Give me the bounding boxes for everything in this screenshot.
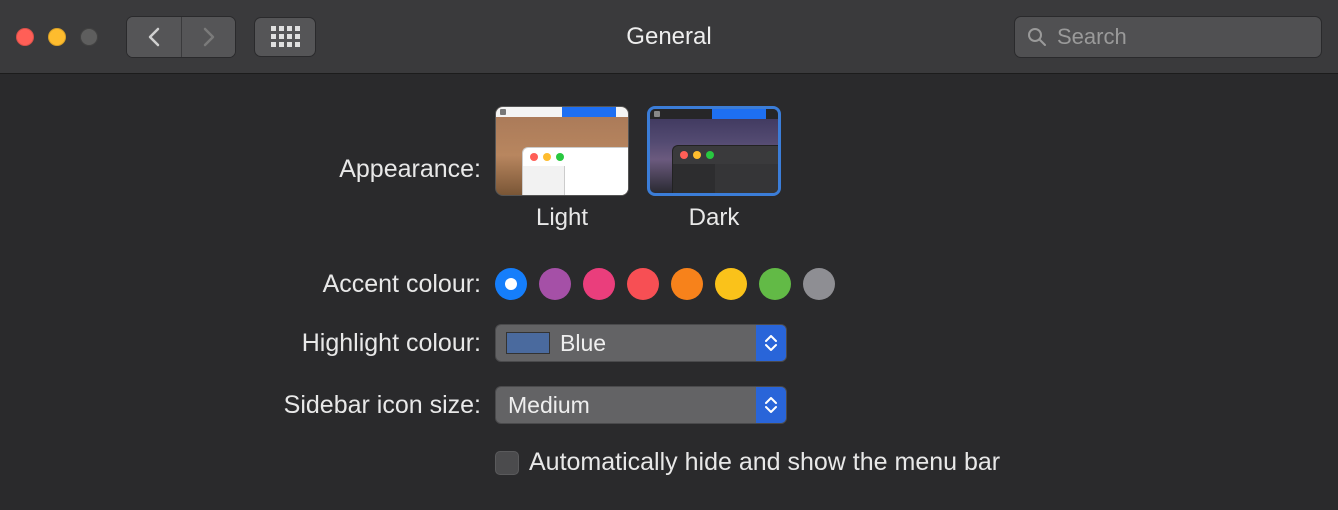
search-icon xyxy=(1027,27,1047,47)
accent-color-option[interactable] xyxy=(759,268,791,300)
dropdown-stepper-icon xyxy=(756,387,786,423)
sidebar-size-row: Sidebar icon size: Medium xyxy=(0,386,1338,424)
highlight-label: Highlight colour: xyxy=(0,329,495,358)
accent-colors xyxy=(495,268,835,300)
menubar-autohide-label: Automatically hide and show the menu bar xyxy=(529,448,1000,477)
accent-color-option[interactable] xyxy=(715,268,747,300)
accent-label: Accent colour: xyxy=(0,270,495,299)
menubar-autohide-checkbox[interactable] xyxy=(495,451,519,475)
accent-color-option[interactable] xyxy=(671,268,703,300)
close-window-button[interactable] xyxy=(16,28,34,46)
accent-color-option[interactable] xyxy=(627,268,659,300)
appearance-row: Appearance: Light Dark xyxy=(0,106,1338,232)
sidebar-size-value: Medium xyxy=(508,392,590,419)
content: Appearance: Light Dark Accent colour: H xyxy=(0,74,1338,477)
window-title: General xyxy=(626,23,711,51)
grid-icon xyxy=(271,26,300,47)
search-field[interactable] xyxy=(1014,16,1322,58)
back-button[interactable] xyxy=(127,17,181,57)
appearance-option-label: Light xyxy=(536,204,588,232)
appearance-option-dark[interactable]: Dark xyxy=(647,106,781,232)
highlight-select[interactable]: Blue xyxy=(495,324,787,362)
appearance-option-light[interactable]: Light xyxy=(495,106,629,232)
appearance-option-label: Dark xyxy=(689,204,740,232)
sidebar-size-select[interactable]: Medium xyxy=(495,386,787,424)
highlight-swatch xyxy=(506,332,550,354)
accent-color-option[interactable] xyxy=(495,268,527,300)
highlight-row: Highlight colour: Blue xyxy=(0,324,1338,362)
nav-group xyxy=(126,16,236,58)
appearance-thumb-dark xyxy=(647,106,781,196)
dropdown-stepper-icon xyxy=(756,325,786,361)
forward-button[interactable] xyxy=(181,17,235,57)
accent-row: Accent colour: xyxy=(0,268,1338,300)
sidebar-size-label: Sidebar icon size: xyxy=(0,391,495,420)
toolbar: General xyxy=(0,0,1338,74)
appearance-options: Light Dark xyxy=(495,106,781,232)
highlight-value: Blue xyxy=(560,330,606,357)
appearance-thumb-light xyxy=(495,106,629,196)
accent-color-option[interactable] xyxy=(539,268,571,300)
show-all-button[interactable] xyxy=(254,17,316,57)
appearance-label: Appearance: xyxy=(0,155,495,184)
accent-color-option[interactable] xyxy=(803,268,835,300)
menubar-checkbox-row: Automatically hide and show the menu bar xyxy=(0,448,1338,477)
zoom-window-button[interactable] xyxy=(80,28,98,46)
accent-color-option[interactable] xyxy=(583,268,615,300)
window-controls xyxy=(16,28,98,46)
minimize-window-button[interactable] xyxy=(48,28,66,46)
search-input[interactable] xyxy=(1057,24,1309,50)
